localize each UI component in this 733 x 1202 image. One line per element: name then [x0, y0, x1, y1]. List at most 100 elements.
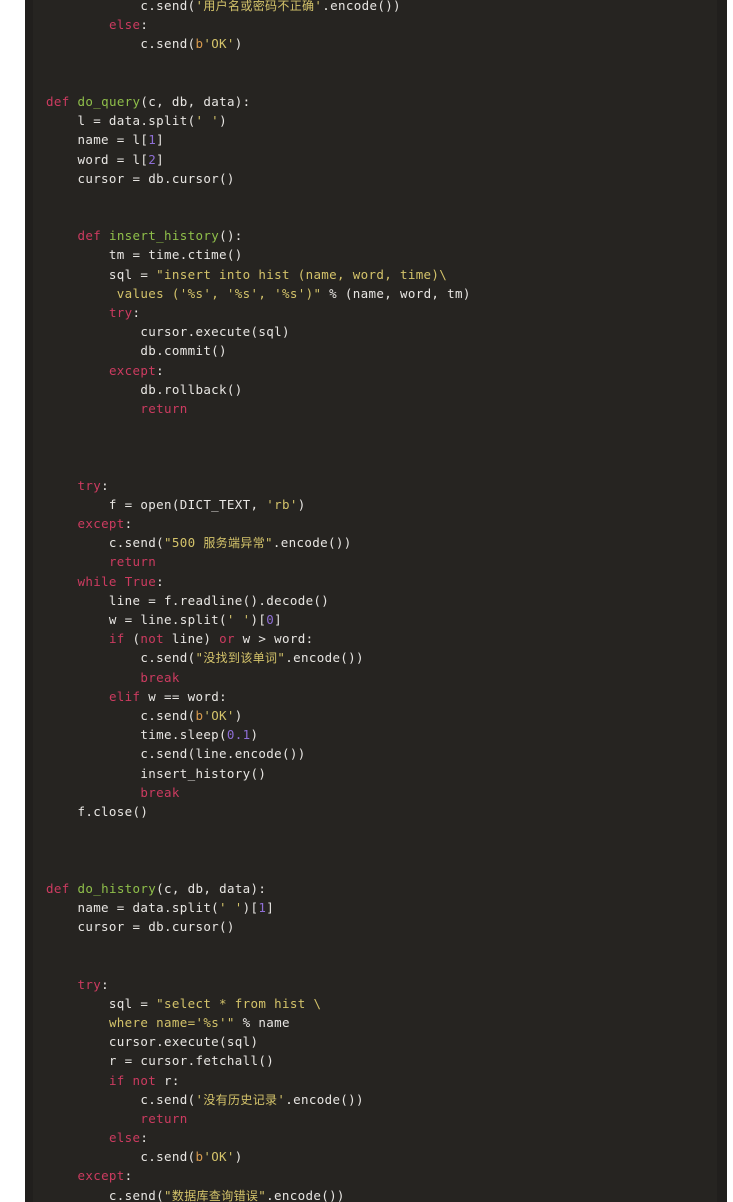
code-line[interactable]: c.send('用户名或密码不正确'.encode())	[46, 0, 717, 15]
code-token-plain: )	[219, 113, 227, 129]
code-line[interactable]: elif w == word:	[46, 687, 717, 706]
code-token-plain: c.send(	[46, 707, 196, 723]
code-line[interactable]: cursor = db.cursor()	[46, 169, 717, 188]
code-line[interactable]: c.send(b'OK')	[46, 706, 717, 725]
code-line[interactable]: c.send(b'OK')	[46, 34, 717, 53]
code-line[interactable]	[46, 188, 717, 207]
code-token-plain: c.send(line.encode())	[46, 746, 306, 762]
code-line[interactable]: tm = time.ctime()	[46, 245, 717, 264]
code-line[interactable]	[46, 54, 717, 73]
code-token-string: values ('%s', '%s', '%s')"	[108, 285, 322, 301]
code-line[interactable]: f = open(DICT_TEXT, 'rb')	[46, 495, 717, 514]
code-line[interactable]: except:	[46, 514, 717, 533]
code-line[interactable]	[46, 859, 717, 878]
code-line[interactable]: def do_history(c, db, data):	[46, 879, 717, 898]
code-line[interactable]: r = cursor.fetchall()	[46, 1051, 717, 1070]
code-line[interactable]: def do_query(c, db, data):	[46, 92, 717, 111]
code-token-keyword: return	[140, 400, 188, 416]
code-line[interactable]: try:	[46, 476, 717, 495]
code-token-plain: sql =	[46, 995, 157, 1011]
code-token-keyword: except	[108, 362, 157, 378]
code-line[interactable]: try:	[46, 975, 717, 994]
code-line[interactable]: break	[46, 783, 717, 802]
code-line[interactable]: word = l[2]	[46, 150, 717, 169]
code-token-plain: r = cursor.fetchall()	[46, 1053, 275, 1069]
code-surface[interactable]: c.send('用户名或密码不正确'.encode()) else: c.sen…	[33, 0, 717, 1202]
code-line[interactable]: return	[46, 399, 717, 418]
code-line[interactable]: except:	[46, 1166, 717, 1185]
code-line[interactable]: f.close()	[46, 802, 717, 821]
code-token-string: where name='%s'"	[108, 1014, 235, 1030]
code-token-plain: db.rollback()	[46, 381, 243, 397]
code-line[interactable]: return	[46, 552, 717, 571]
code-token-plain: % (name, word, tm)	[321, 285, 471, 301]
code-line[interactable]: c.send("没找到该单词".encode())	[46, 648, 717, 667]
code-line[interactable]: break	[46, 668, 717, 687]
code-token-plain: c.send(	[46, 1149, 196, 1165]
code-token-cjk: 用户名或密码不正确	[203, 0, 315, 13]
code-token-plain: cursor.execute(sql)	[46, 324, 290, 340]
code-line[interactable]: try:	[46, 303, 717, 322]
code-line[interactable]	[46, 821, 717, 840]
code-line[interactable]: time.sleep(0.1)	[46, 725, 717, 744]
code-token-plain: insert_history()	[46, 765, 267, 781]
code-line[interactable]: c.send("500 服务端异常".encode())	[46, 533, 717, 552]
code-line[interactable]: sql = "select * from hist \	[46, 994, 717, 1013]
code-line[interactable]: else:	[46, 1128, 717, 1147]
code-line[interactable]: c.send(b'OK')	[46, 1147, 717, 1166]
code-line[interactable]: db.rollback()	[46, 380, 717, 399]
code-line[interactable]: line = f.readline().decode()	[46, 591, 717, 610]
code-line[interactable]: c.send('没有历史记录'.encode())	[46, 1090, 717, 1109]
code-line[interactable]: except:	[46, 361, 717, 380]
code-line[interactable]: cursor = db.cursor()	[46, 917, 717, 936]
code-line[interactable]: else:	[46, 15, 717, 34]
code-line[interactable]	[46, 207, 717, 226]
code-line[interactable]: if not r:	[46, 1071, 717, 1090]
code-line[interactable]: db.commit()	[46, 341, 717, 360]
code-line[interactable]	[46, 73, 717, 92]
code-token-keyword: return	[140, 1110, 188, 1126]
code-token-string: "	[265, 535, 273, 551]
code-line[interactable]: name = data.split(' ')[1]	[46, 898, 717, 917]
code-token-plain: :	[101, 477, 109, 493]
code-token-plain: .encode())	[285, 1091, 364, 1107]
code-line[interactable]: sql = "insert into hist (name, word, tim…	[46, 265, 717, 284]
code-token-string: 'OK'	[203, 36, 235, 52]
code-line[interactable]: cursor.execute(sql)	[46, 1032, 717, 1051]
code-line[interactable]: where name='%s'" % name	[46, 1013, 717, 1032]
code-line[interactable]	[46, 840, 717, 859]
editor-gutter-right[interactable]	[717, 0, 727, 1202]
code-line[interactable]: return	[46, 1109, 717, 1128]
editor-gutter-left	[25, 0, 33, 1202]
code-token-keyword: if	[108, 631, 125, 647]
code-token-string: 'OK'	[203, 707, 235, 723]
code-token-plain: tm = time.ctime()	[46, 247, 243, 263]
code-token-keyword: break	[140, 669, 180, 685]
code-line[interactable]	[46, 457, 717, 476]
code-line[interactable]: if (not line) or w > word:	[46, 629, 717, 648]
code-token-string: ' '	[219, 899, 243, 915]
code-line[interactable]: w = line.split(' ')[0]	[46, 610, 717, 629]
code-line[interactable]: values ('%s', '%s', '%s')" % (name, word…	[46, 284, 717, 303]
code-line[interactable]: c.send("数据库查询错误".encode())	[46, 1186, 717, 1202]
code-line[interactable]: name = l[1]	[46, 130, 717, 149]
code-line[interactable]: l = data.split(' ')	[46, 111, 717, 130]
code-line[interactable]: while True:	[46, 572, 717, 591]
code-line[interactable]: insert_history()	[46, 764, 717, 783]
code-line[interactable]: c.send(line.encode())	[46, 744, 717, 763]
code-token-plain: name = l[	[46, 132, 149, 148]
code-line[interactable]	[46, 955, 717, 974]
code-token-plain: % name	[234, 1014, 290, 1030]
code-token-keyword: while	[77, 573, 117, 589]
code-line[interactable]: def insert_history():	[46, 226, 717, 245]
code-line[interactable]	[46, 437, 717, 456]
code-line[interactable]	[46, 418, 717, 437]
code-line[interactable]	[46, 936, 717, 955]
code-line[interactable]: cursor.execute(sql)	[46, 322, 717, 341]
